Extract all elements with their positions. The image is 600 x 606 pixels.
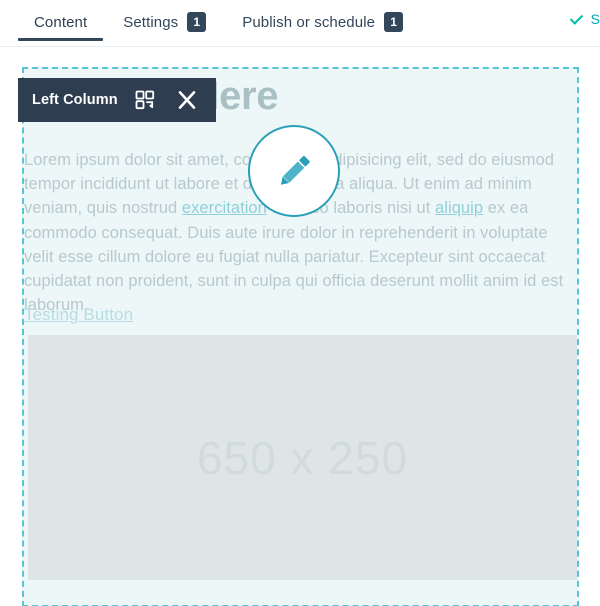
module-toolbar-title: Left Column xyxy=(32,92,118,108)
tab-settings-badge: 1 xyxy=(187,12,207,32)
clone-module-button[interactable] xyxy=(130,85,160,115)
close-icon xyxy=(177,90,197,110)
tab-publish-or-schedule-badge: 1 xyxy=(384,12,404,32)
close-module-toolbar-button[interactable] xyxy=(172,85,202,115)
tab-list: Content Settings 1 Publish or schedule 1 xyxy=(16,0,421,47)
tab-settings[interactable]: Settings 1 xyxy=(105,0,224,44)
tab-content-label: Content xyxy=(34,13,88,31)
save-status: S xyxy=(571,11,600,27)
tab-settings-label: Settings xyxy=(123,13,179,31)
tab-publish-or-schedule[interactable]: Publish or schedule 1 xyxy=(224,0,421,44)
page-root: Content Settings 1 Publish or schedule 1… xyxy=(0,0,600,606)
clone-icon xyxy=(135,90,155,110)
paragraph-inline-link-1[interactable]: exercitation xyxy=(182,199,267,217)
module-toolbar: Left Column xyxy=(18,78,216,122)
paragraph-inline-link-3[interactable]: aliquip xyxy=(435,199,483,217)
tab-publish-or-schedule-label: Publish or schedule xyxy=(242,13,376,31)
testing-button-link[interactable]: Testing Button xyxy=(24,305,133,325)
editor-tab-bar: Content Settings 1 Publish or schedule 1… xyxy=(0,0,600,47)
edit-module-button[interactable] xyxy=(248,125,340,217)
tab-content[interactable]: Content xyxy=(16,0,105,44)
image-placeholder[interactable]: 650 x 250 xyxy=(28,335,577,580)
check-icon xyxy=(571,12,585,26)
save-status-label: S xyxy=(590,11,600,27)
image-placeholder-label: 650 x 250 xyxy=(196,431,409,484)
pencil-icon xyxy=(271,148,317,194)
editor-canvas: Heading Here Lorem ipsum dolor sit amet,… xyxy=(0,47,600,606)
